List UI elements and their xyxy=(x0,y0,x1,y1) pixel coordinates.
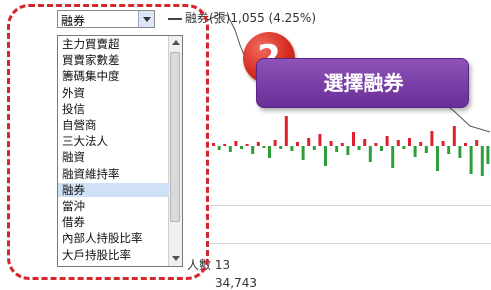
volume-bar xyxy=(329,141,333,146)
bottom-label-2: 34,743 xyxy=(215,276,257,290)
volume-bar xyxy=(396,140,400,146)
volume-bar xyxy=(273,140,277,146)
volume-bar xyxy=(385,136,389,146)
volume-bar xyxy=(296,142,299,146)
volume-bar xyxy=(312,146,316,150)
volume-bar xyxy=(228,146,232,152)
volume-bar xyxy=(424,146,428,153)
volume-bar xyxy=(223,144,227,146)
volume-bar xyxy=(452,126,456,146)
volume-bar xyxy=(262,146,266,148)
volume-bar xyxy=(447,146,451,154)
volume-bar xyxy=(318,134,322,146)
volume-bar xyxy=(458,146,462,158)
bottom-label-2-text: 34,743 xyxy=(215,276,257,290)
volume-bar xyxy=(413,146,417,157)
volume-bar xyxy=(307,138,311,146)
volume-bar xyxy=(368,146,372,162)
volume-bar xyxy=(480,146,484,176)
volume-bar xyxy=(212,143,215,146)
volume-bar xyxy=(346,146,350,155)
volume-bar xyxy=(391,146,395,168)
volume-bar xyxy=(475,140,479,146)
volume-bar xyxy=(363,139,367,146)
volume-bar xyxy=(290,146,294,151)
highlight-dashed-frame xyxy=(7,4,209,280)
volume-bar xyxy=(217,146,221,150)
volume-bar xyxy=(256,142,260,146)
callout-box: 選擇融券 xyxy=(256,58,469,108)
volume-bar xyxy=(340,143,344,146)
volume-bar xyxy=(245,144,249,146)
volume-bar xyxy=(284,116,288,146)
volume-bar xyxy=(380,146,383,151)
volume-bar xyxy=(240,146,243,149)
volume-bar xyxy=(268,146,271,158)
volume-bar xyxy=(335,146,339,152)
volume-bar xyxy=(464,143,467,146)
volume-bar xyxy=(430,131,434,146)
volume-bar xyxy=(441,141,445,146)
volume-bar xyxy=(486,146,490,164)
volume-bar xyxy=(469,146,473,174)
volume-bar xyxy=(419,142,423,146)
volume-bar xyxy=(324,146,327,166)
volume-bar xyxy=(408,138,411,146)
volume-bar xyxy=(234,141,238,146)
volume-bar xyxy=(301,146,305,160)
volume-bar xyxy=(352,132,355,146)
volume-bar xyxy=(357,146,361,150)
volume-bar xyxy=(279,146,283,149)
volume-bar xyxy=(251,146,255,154)
callout-text: 選擇融券 xyxy=(323,71,404,95)
volume-bar xyxy=(436,146,439,171)
volume-bar xyxy=(402,146,406,149)
volume-bar xyxy=(374,143,378,146)
